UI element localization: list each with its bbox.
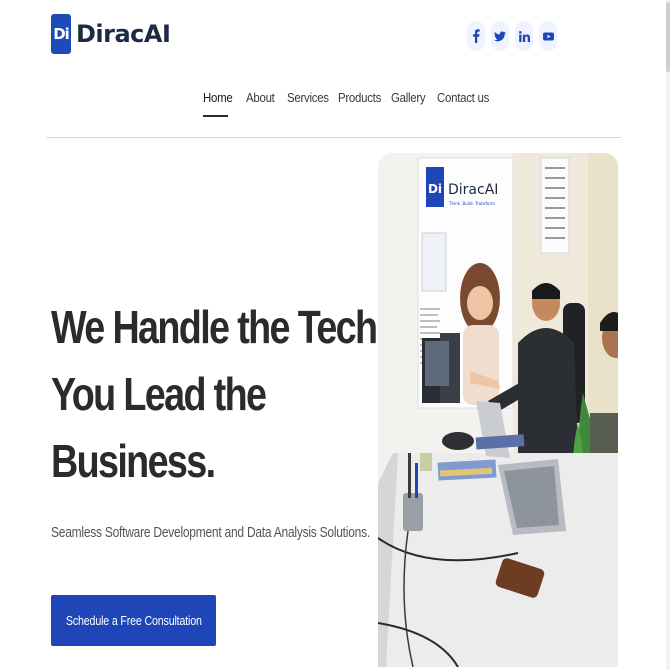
brand-name: DiracAI [76, 20, 171, 48]
scrollbar-thumb[interactable] [666, 2, 670, 72]
nav-item-products[interactable]: Products [338, 90, 381, 105]
schedule-consultation-button[interactable]: Schedule a Free Consultation [51, 595, 216, 646]
hero-office-photo: Di DiracAI Think. Build. Transform [378, 153, 618, 667]
linkedin-link[interactable] [515, 21, 533, 51]
brand-logo[interactable]: Di DiracAI [51, 14, 171, 54]
banner-brand-name: DiracAI [448, 182, 498, 198]
headline-line-2: You Lead the [51, 368, 267, 420]
facebook-icon [473, 29, 480, 43]
active-nav-indicator [203, 115, 228, 117]
youtube-icon [542, 32, 554, 40]
banner-logo-mark: Di [428, 182, 442, 196]
twitter-link[interactable] [491, 21, 509, 51]
main-nav: Home About Services Products Gallery Con… [0, 90, 670, 118]
logo-mark-icon: Di [51, 14, 71, 54]
nav-item-gallery[interactable]: Gallery [391, 90, 426, 105]
nav-item-home[interactable]: Home [203, 90, 233, 105]
cta-label: Schedule a Free Consultation [65, 613, 202, 628]
site-header: Di DiracAI [0, 0, 670, 80]
hero-subtitle: Seamless Software Development and Data A… [51, 524, 370, 541]
headline-line-3: Business. [51, 435, 216, 487]
linkedin-icon [518, 30, 530, 42]
social-links [467, 21, 557, 51]
facebook-link[interactable] [467, 21, 485, 51]
nav-item-contact[interactable]: Contact us [437, 90, 489, 105]
banner-tagline: Think. Build. Transform [448, 201, 495, 206]
youtube-link[interactable] [539, 21, 557, 51]
headline-line-1: We Handle the Tech, [51, 301, 387, 353]
page-scrollbar[interactable] [666, 0, 670, 670]
twitter-icon [494, 31, 506, 41]
nav-item-about[interactable]: About [246, 90, 275, 105]
header-divider [46, 137, 621, 138]
nav-item-services[interactable]: Services [287, 90, 329, 105]
hero-headline: We Handle the Tech, You Lead the Busines… [51, 294, 387, 495]
